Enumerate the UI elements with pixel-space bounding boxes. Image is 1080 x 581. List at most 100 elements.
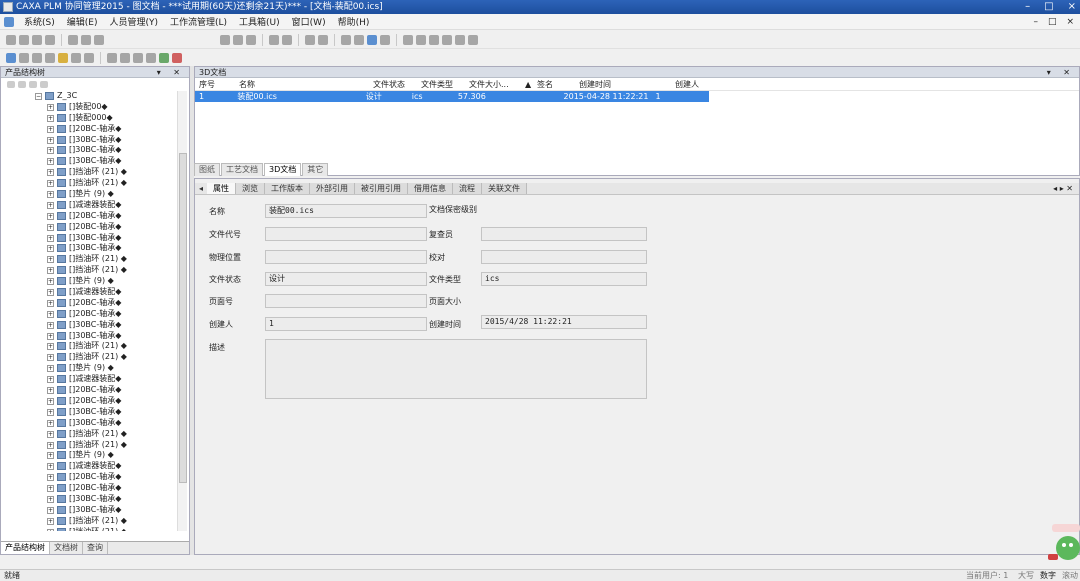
tree-expander-icon[interactable]: +	[47, 278, 54, 286]
name-field[interactable]: 装配00.ics	[265, 204, 427, 218]
view-icon[interactable]	[367, 34, 377, 45]
arrow-up-icon[interactable]	[107, 52, 117, 63]
menu-workflow[interactable]: 工作流管理(L)	[164, 15, 233, 28]
left-pane-controls[interactable]: ▾ ✕	[157, 67, 185, 78]
tree-expander-icon[interactable]: +	[47, 463, 54, 471]
tree-node[interactable]: + []垫片 (9) ◆	[1, 189, 177, 200]
checkin-icon[interactable]	[233, 34, 243, 45]
tree-expander-icon[interactable]: +	[47, 408, 54, 416]
version-icon[interactable]	[429, 34, 439, 45]
tree-expander-icon[interactable]: +	[47, 528, 54, 531]
column-header[interactable]: 名称	[235, 79, 369, 90]
tree-expander-icon[interactable]: +	[47, 332, 54, 340]
tree-node[interactable]: − Z_3C	[1, 91, 177, 102]
tree-node[interactable]: + []挡油环 (21) ◆	[1, 516, 177, 527]
tree-expander-icon[interactable]: +	[47, 430, 54, 438]
tree-expander-icon[interactable]: +	[47, 354, 54, 362]
tree-expander-icon[interactable]: +	[47, 452, 54, 460]
paste-icon[interactable]	[94, 34, 104, 45]
tree-expander-icon[interactable]: +	[47, 343, 54, 351]
column-header[interactable]: 序号	[195, 79, 235, 90]
tree-expander-icon[interactable]: +	[47, 169, 54, 177]
tree-node[interactable]: + []减速器装配◆	[1, 200, 177, 211]
column-header[interactable]: ▲	[521, 79, 533, 90]
close-button[interactable]: ×	[1068, 0, 1076, 14]
tree-expander-icon[interactable]: +	[47, 267, 54, 275]
tab-external-refs[interactable]: 外部引用	[310, 183, 356, 194]
tree-node[interactable]: + []挡油环 (21) ◆	[1, 352, 177, 363]
column-header[interactable]: 文件状态	[369, 79, 417, 90]
tab-other[interactable]: 其它	[302, 163, 329, 176]
tree-node[interactable]: + []20BC-轴承◆	[1, 472, 177, 483]
tree-expander-icon[interactable]: +	[47, 441, 54, 449]
tree-expander-icon[interactable]: +	[47, 376, 54, 384]
checkout-icon[interactable]	[220, 34, 230, 45]
refresh-icon[interactable]	[305, 34, 315, 45]
code-field[interactable]	[265, 227, 427, 241]
tree-expander-icon[interactable]: −	[35, 93, 42, 100]
tab-drawings[interactable]: 图纸	[194, 163, 220, 176]
tab-query[interactable]: 查询	[83, 542, 108, 554]
tab-borrow-info[interactable]: 借用信息	[408, 183, 454, 194]
arrow-top-icon[interactable]	[120, 52, 130, 63]
tabs-nav-left[interactable]: ◂	[195, 183, 208, 194]
tree-node[interactable]: + []30BC-轴承◆	[1, 156, 177, 167]
tab-work-version[interactable]: 工作版本	[265, 183, 311, 194]
export-icon[interactable]	[246, 34, 256, 45]
tree-node[interactable]: + []减速器装配◆	[1, 461, 177, 472]
tree-scrollbar[interactable]	[177, 91, 187, 531]
tree-node[interactable]: + []20BC-轴承◆	[1, 483, 177, 494]
properties-icon[interactable]	[32, 52, 42, 63]
tree-node[interactable]: + []挡油环 (21) ◆	[1, 254, 177, 265]
mdi-close-button[interactable]: ×	[1066, 17, 1074, 27]
tree-expander-icon[interactable]: +	[47, 397, 54, 405]
table-row[interactable]: 1 装配00.ics 设计 ics 57.306 2015-04-28 11:22:21 1	[195, 91, 709, 102]
preview-icon[interactable]	[354, 34, 364, 45]
tree-node[interactable]: + []垫片 (9) ◆	[1, 276, 177, 287]
tree-node[interactable]: + []30BC-轴承◆	[1, 233, 177, 244]
tab-3d-docs[interactable]: 3D文档	[264, 163, 302, 176]
menu-help[interactable]: 帮助(H)	[332, 15, 376, 28]
tree-expander-icon[interactable]: +	[47, 419, 54, 427]
tree-scrollbar-thumb[interactable]	[179, 153, 187, 483]
open-icon[interactable]	[19, 34, 29, 45]
save-icon[interactable]	[32, 34, 42, 45]
tree-node[interactable]: + []30BC-轴承◆	[1, 505, 177, 516]
cut-icon[interactable]	[68, 34, 78, 45]
tree-expander-icon[interactable]: +	[47, 387, 54, 395]
add-node-icon[interactable]	[6, 52, 16, 63]
tree-node[interactable]: + []30BC-轴承◆	[1, 331, 177, 342]
remove-icon[interactable]	[172, 52, 182, 63]
minimize-button[interactable]: –	[1025, 0, 1030, 14]
tree-expander-icon[interactable]: +	[47, 158, 54, 166]
tabs-nav-right[interactable]: ◂ ▸ ✕	[1053, 183, 1073, 194]
tree-expander-icon[interactable]: +	[47, 191, 54, 199]
tree-expander-icon[interactable]: +	[47, 365, 54, 373]
unlock-icon[interactable]	[282, 34, 292, 45]
tree-expander-icon[interactable]: +	[47, 125, 54, 133]
mdi-minimize-button[interactable]: –	[1033, 17, 1038, 27]
tree-expander-icon[interactable]: +	[47, 256, 54, 264]
tree-expander-icon[interactable]: +	[47, 299, 54, 307]
lock-icon[interactable]	[269, 34, 279, 45]
history-icon[interactable]	[416, 34, 426, 45]
delete-node-icon[interactable]	[19, 52, 29, 63]
tree-node[interactable]: + []挡油环 (21) ◆	[1, 178, 177, 189]
tab-product-tree[interactable]: 产品结构树	[1, 542, 50, 554]
tree-node[interactable]: + []垫片 (9) ◆	[1, 363, 177, 374]
new-icon[interactable]	[6, 34, 16, 45]
column-header[interactable]: 文件类型	[417, 79, 465, 90]
menu-edit[interactable]: 编辑(E)	[61, 15, 104, 28]
tab-doc-tree[interactable]: 文档树	[50, 542, 83, 554]
sync-icon[interactable]	[318, 34, 328, 45]
tree-node[interactable]: + []20BC-轴承◆	[1, 124, 177, 135]
tree-expander-icon[interactable]: +	[47, 245, 54, 253]
column-header[interactable]: 创建时间	[575, 79, 671, 90]
tree-node[interactable]: + []挡油环 (21) ◆	[1, 341, 177, 352]
workflow-icon[interactable]	[403, 34, 413, 45]
assistant-mascot-icon[interactable]	[1048, 520, 1080, 565]
tree-node[interactable]: + []20BC-轴承◆	[1, 396, 177, 407]
tree-node[interactable]: + []挡油环 (21) ◆	[1, 440, 177, 451]
folder-icon[interactable]	[58, 52, 68, 63]
reviewer-field[interactable]	[481, 227, 647, 241]
